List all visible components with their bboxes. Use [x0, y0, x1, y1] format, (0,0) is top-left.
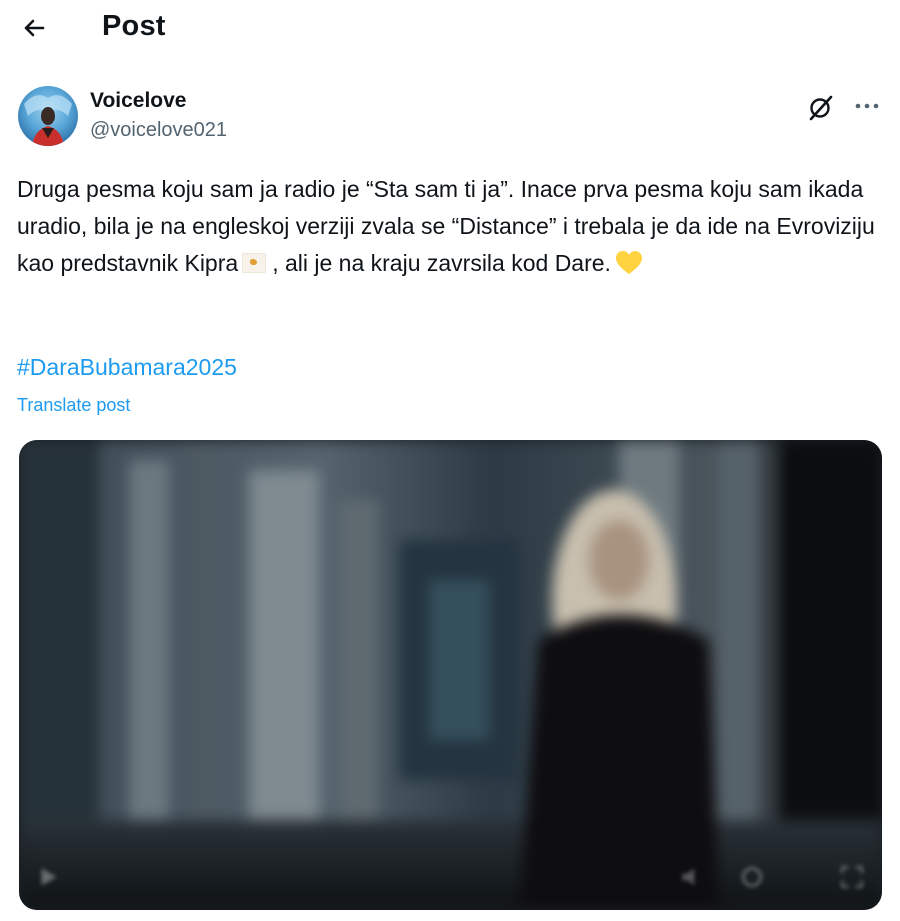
top-bar: Post: [0, 0, 900, 56]
avatar-photo: [24, 95, 72, 146]
author-handle[interactable]: @voicelove021: [90, 119, 227, 142]
grok-button[interactable]: [806, 92, 836, 122]
arrow-left-icon: [24, 19, 45, 37]
video-player[interactable]: [19, 440, 882, 910]
settings-icon[interactable]: [739, 864, 765, 890]
avatar[interactable]: [18, 86, 78, 146]
post-text: Druga pesma koju sam ja radio je “Sta sa…: [17, 171, 883, 282]
cyprus-flag-emoji: [242, 253, 267, 273]
play-icon[interactable]: [35, 864, 61, 890]
page-title: Post: [102, 10, 166, 42]
author-display-name[interactable]: Voicelove: [90, 89, 187, 113]
grok-icon: [809, 95, 833, 121]
back-button[interactable]: [18, 12, 50, 44]
volume-icon[interactable]: [679, 864, 705, 890]
fullscreen-icon[interactable]: [839, 864, 865, 890]
hashtag-link[interactable]: #DaraBubamara2025: [17, 354, 237, 381]
yellow-heart-emoji: [615, 251, 642, 274]
post-text-part2: , ali je na kraju zavrsila kod Dare.: [272, 250, 611, 276]
more-options-button[interactable]: [852, 94, 882, 118]
video-controls: [19, 836, 882, 910]
more-horizontal-icon: [855, 103, 879, 109]
translate-post-link[interactable]: Translate post: [17, 395, 130, 416]
